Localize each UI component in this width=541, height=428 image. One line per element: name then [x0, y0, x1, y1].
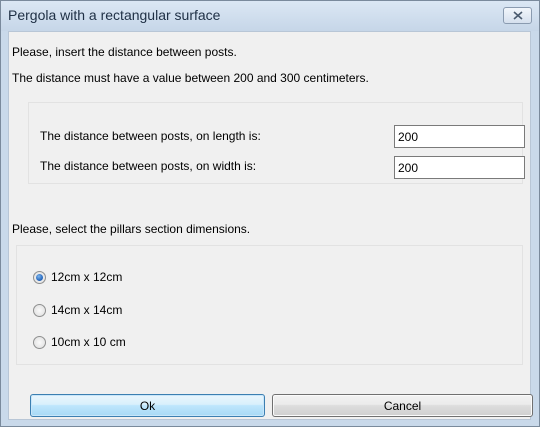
- cancel-button[interactable]: Cancel: [272, 394, 533, 417]
- length-distance-input[interactable]: [394, 125, 525, 148]
- radio-button[interactable]: [33, 335, 46, 349]
- pillars-panel: 12cm x 12cm 14cm x 14cm 10cm x 10 cm: [16, 245, 523, 365]
- radio-button-selected[interactable]: [33, 270, 46, 284]
- intro-line-1: Please, insert the distance between post…: [12, 45, 237, 59]
- width-distance-label: The distance between posts, on width is:: [40, 159, 257, 173]
- pillar-option-label: 12cm x 12cm: [51, 270, 123, 284]
- pillar-option-label: 10cm x 10 cm: [51, 335, 126, 349]
- length-distance-label: The distance between posts, on length is…: [40, 129, 261, 143]
- distances-panel: The distance between posts, on length is…: [28, 102, 525, 184]
- ok-button[interactable]: Ok: [30, 394, 265, 417]
- close-button[interactable]: [503, 7, 532, 24]
- pillar-option-10cm[interactable]: 10cm x 10 cm: [33, 334, 126, 350]
- pillar-option-label: 14cm x 14cm: [51, 303, 123, 317]
- intro-line-2: The distance must have a value between 2…: [12, 71, 369, 85]
- pillar-option-14cm[interactable]: 14cm x 14cm: [33, 302, 122, 318]
- close-icon: [512, 11, 523, 20]
- dialog-body: Please, insert the distance between post…: [8, 31, 533, 420]
- dialog-window: Pergola with a rectangular surface Pleas…: [0, 0, 540, 427]
- title-bar[interactable]: Pergola with a rectangular surface: [1, 1, 539, 31]
- width-distance-input[interactable]: [394, 156, 525, 179]
- window-title: Pergola with a rectangular surface: [8, 7, 221, 23]
- pillar-option-12cm[interactable]: 12cm x 12cm: [33, 269, 122, 285]
- radio-button[interactable]: [33, 303, 46, 317]
- pillars-prompt: Please, select the pillars section dimen…: [12, 222, 251, 236]
